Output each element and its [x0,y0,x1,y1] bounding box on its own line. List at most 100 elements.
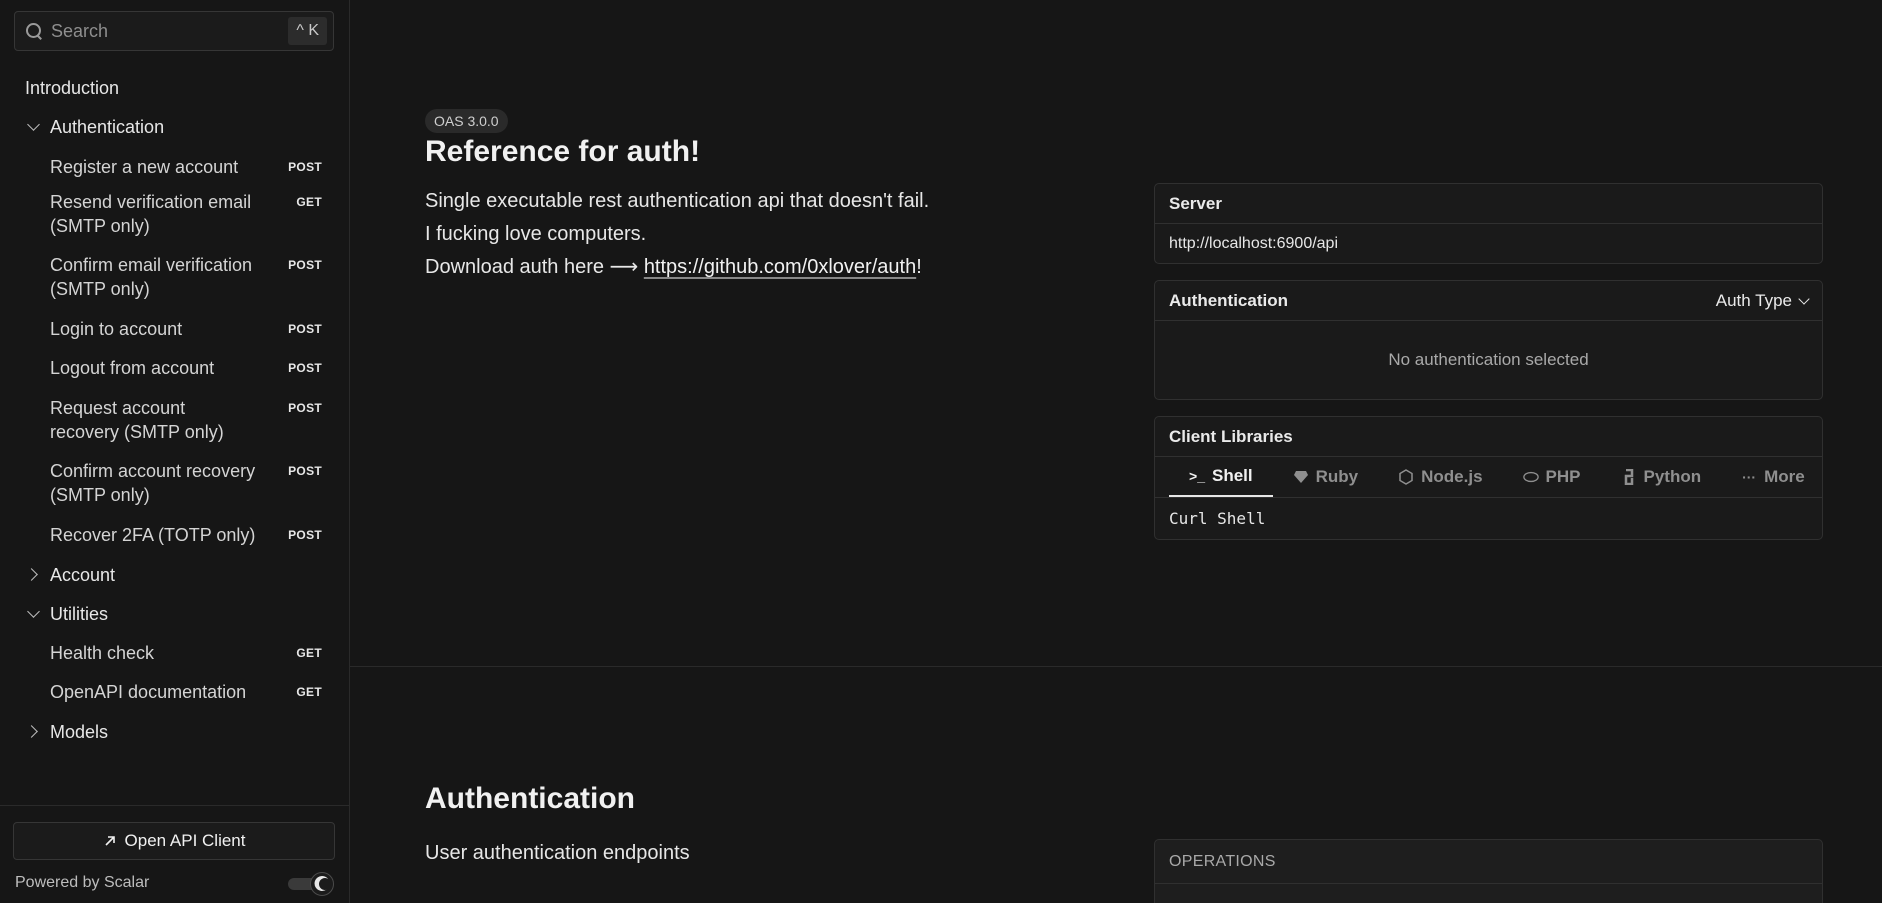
client-libraries-title: Client Libraries [1169,426,1293,446]
tab-label: Node.js [1421,467,1483,486]
sidebar-item-health-check[interactable]: Health check GET [0,641,349,665]
authentication-header: Authentication Auth Type [1155,281,1822,321]
ellipsis-icon: ··· [1742,469,1757,485]
section-divider [350,666,1882,667]
intro-line-3-prefix: Download auth here ⟶ [425,256,644,278]
method-badge: POST [288,258,322,272]
open-api-client-label: Open API Client [124,831,246,850]
sidebar-item-register[interactable]: Register a new account POST [0,155,349,179]
authentication-title: Authentication [1169,290,1288,310]
intro-line-3: Download auth here ⟶ https://github.com/… [425,251,929,284]
intro-line-3-suffix: ! [916,256,922,278]
sidebar-item-request-recovery[interactable]: Request account recovery (SMTP only) POS… [0,396,349,444]
moon-icon [318,877,332,891]
search-input[interactable] [51,20,289,42]
sidebar-group-label: Utilities [50,604,109,624]
server-header: Server [1155,184,1822,224]
open-api-client-button[interactable]: Open API Client [13,822,335,860]
sidebar-item-introduction[interactable]: Introduction [0,76,349,100]
tab-label: Python [1643,467,1702,486]
tab-more[interactable]: ··· More [1721,457,1825,497]
sidebar-item-logout[interactable]: Logout from account POST [0,356,349,380]
sidebar-item-label: Request account recovery (SMTP only) [50,398,224,442]
search-icon [25,22,43,40]
sidebar-item-confirm-email[interactable]: Confirm email verification (SMTP only) P… [0,253,349,301]
sidebar-group-account[interactable]: Account [0,563,349,587]
chevron-down-icon [27,120,39,132]
sidebar-item-label: Introduction [25,78,120,98]
toggle-knob [310,872,334,896]
php-icon [1522,471,1539,483]
tab-label: Ruby [1315,467,1359,486]
sidebar: ^ K Introduction Authentication Register… [0,0,350,903]
sidebar-item-label: Confirm account recovery (SMTP only) [50,461,256,505]
sidebar-footer: Open API Client Powered by Scalar [0,805,349,903]
main-content: OAS 3.0.0 Reference for auth! Single exe… [350,0,1882,903]
selected-client-code[interactable]: Curl Shell [1155,498,1822,539]
tab-label: Shell [1212,466,1253,485]
chevron-down-icon [1798,292,1810,305]
sidebar-item-openapi-docs[interactable]: OpenAPI documentation GET [0,680,349,704]
tab-nodejs[interactable]: Node.js [1378,457,1502,497]
sidebar-item-label: Confirm email verification (SMTP only) [50,255,253,299]
section-title: Authentication [425,782,635,815]
client-libraries-header: Client Libraries [1155,417,1822,457]
tab-ruby[interactable]: Ruby [1273,457,1379,497]
server-url-field[interactable]: http://localhost:6900/api [1155,224,1822,263]
page-title: Reference for auth! [425,135,701,168]
app: ^ K Introduction Authentication Register… [0,0,1882,903]
chevron-right-icon [27,725,39,737]
python-icon [1624,469,1633,485]
sidebar-item-login[interactable]: Login to account POST [0,317,349,341]
arrow-up-right-icon [104,836,115,846]
sidebar-group-label: Authentication [50,117,165,137]
sidebar-item-label: Health check [50,643,155,663]
operations-header: OPERATIONS [1155,840,1822,884]
dark-mode-toggle[interactable] [288,872,334,896]
sidebar-item-label: Resend verification email (SMTP only) [50,192,252,236]
powered-by-link[interactable]: Powered by Scalar [15,874,149,892]
tab-python[interactable]: Python [1601,457,1722,497]
client-libraries-card: Client Libraries >_ Shell Ruby Node.js P [1154,416,1823,540]
method-badge: POST [288,361,322,375]
sidebar-group-label: Account [50,565,116,585]
ruby-icon [1293,471,1308,483]
method-badge: POST [288,160,322,174]
chevron-down-icon [27,607,39,619]
tab-shell[interactable]: >_ Shell [1169,457,1273,497]
nodejs-icon [1399,469,1413,485]
sidebar-group-utilities[interactable]: Utilities [0,602,349,626]
intro-description: Single executable rest authentication ap… [425,185,929,284]
search-box[interactable]: ^ K [14,11,334,51]
sidebar-group-models[interactable]: Models [0,720,349,744]
no-auth-message: No authentication selected [1388,350,1589,369]
method-badge: GET [296,646,322,660]
client-tabs: >_ Shell Ruby Node.js PHP Python ··· Mor… [1155,457,1822,498]
auth-type-dropdown[interactable]: Auth Type [1715,290,1810,311]
method-badge: GET [296,195,322,209]
sidebar-item-label: Logout from account [50,358,215,378]
server-title: Server [1169,193,1222,213]
terminal-icon: >_ [1189,468,1205,484]
github-link[interactable]: https://github.com/0xlover/auth [644,256,916,278]
authentication-card: Authentication Auth Type No authenticati… [1154,280,1823,400]
tab-label: PHP [1545,467,1581,486]
section-description: User authentication endpoints [425,842,690,864]
auth-type-label: Auth Type [1715,290,1792,310]
sidebar-item-confirm-recovery[interactable]: Confirm account recovery (SMTP only) POS… [0,459,349,507]
tab-label: More [1764,467,1805,486]
tab-php[interactable]: PHP [1503,457,1601,497]
intro-line-2: I fucking love computers. [425,223,647,245]
sidebar-group-authentication[interactable]: Authentication [0,115,349,139]
chevron-right-icon [27,568,39,580]
oas-version-badge: OAS 3.0.0 [425,109,508,133]
sidebar-group-label: Models [50,722,109,742]
method-badge: POST [288,322,322,336]
sidebar-item-label: Login to account [50,319,183,339]
sidebar-item-recover-2fa[interactable]: Recover 2FA (TOTP only) POST [0,523,349,547]
sidebar-item-label: Recover 2FA (TOTP only) [50,525,256,545]
sidebar-item-resend-verification[interactable]: Resend verification email (SMTP only) GE… [0,190,349,238]
method-badge: GET [296,685,322,699]
method-badge: POST [288,464,322,478]
method-badge: POST [288,528,322,542]
